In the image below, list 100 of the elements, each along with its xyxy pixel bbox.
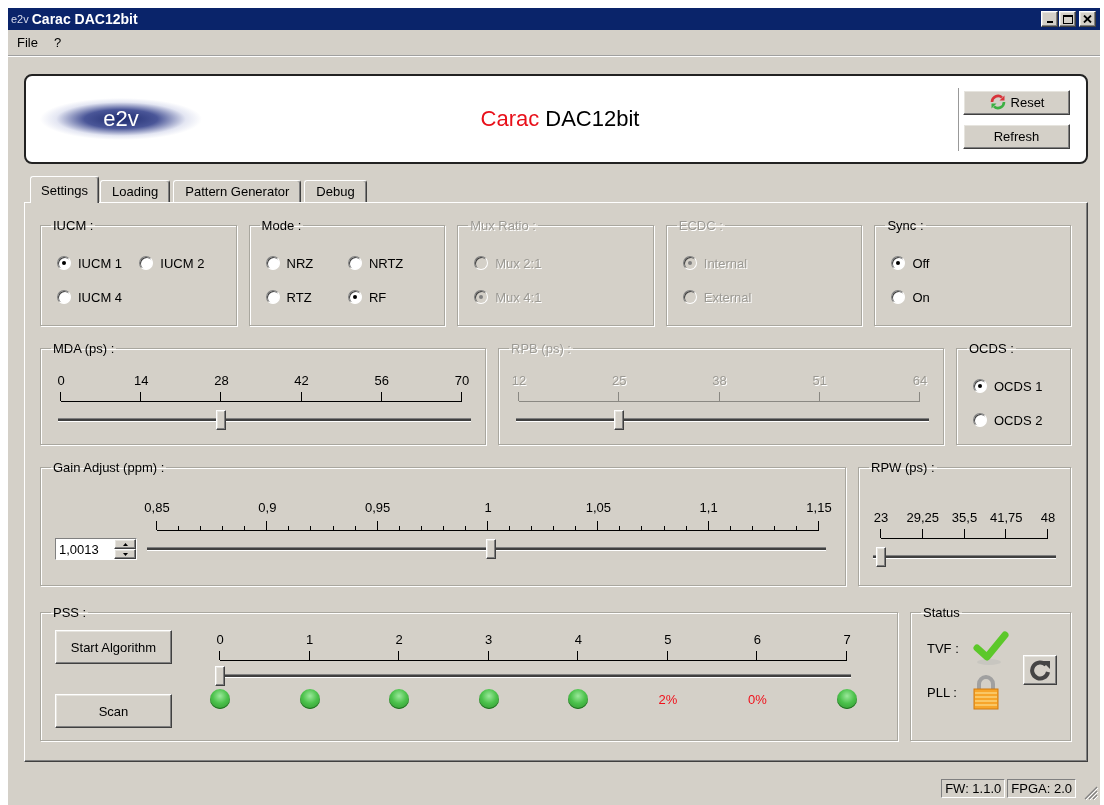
slider-thumb[interactable] xyxy=(485,539,496,559)
tick-label: 64 xyxy=(912,373,928,388)
group-title: IUCM : xyxy=(52,218,95,233)
close-button[interactable] xyxy=(1079,11,1096,27)
radio-option[interactable]: On xyxy=(891,288,1056,306)
action-button[interactable]: Start Algorithm xyxy=(55,630,172,664)
radio-option[interactable]: Off xyxy=(891,254,1056,272)
status-led xyxy=(210,689,230,709)
radio-indicator[interactable] xyxy=(973,379,987,393)
status-led xyxy=(389,689,410,709)
radio-indicator[interactable] xyxy=(973,413,987,427)
up-arrow-icon xyxy=(122,542,128,546)
scan-percent: 0% xyxy=(748,691,767,707)
tick-label: 25 xyxy=(612,373,627,388)
minimize-button[interactable] xyxy=(1041,11,1058,27)
slider-thumb[interactable] xyxy=(876,547,886,567)
status-led xyxy=(568,689,589,709)
tab[interactable]: Pattern Generator xyxy=(173,180,302,202)
status-label: PLL : xyxy=(927,684,958,700)
tick-label: 1 xyxy=(484,500,492,515)
close-icon xyxy=(1083,15,1092,23)
radio-indicator[interactable] xyxy=(57,256,71,270)
tick-label: 2 xyxy=(395,632,403,647)
group-title: ECDC : xyxy=(677,218,724,233)
refresh-button[interactable]: Refresh xyxy=(963,123,1070,149)
radio-option[interactable]: IUCM 4 xyxy=(57,288,140,306)
tick-label: 3 xyxy=(485,632,493,647)
status-led xyxy=(299,689,320,709)
tick-label: 42 xyxy=(294,373,309,388)
refresh-button[interactable] xyxy=(1022,655,1057,685)
radio-option[interactable]: OCDS 2 xyxy=(973,411,1056,429)
menu-item[interactable]: ? xyxy=(45,35,70,50)
status-led xyxy=(837,689,857,709)
app-logo: e2v xyxy=(11,13,29,25)
tick-label: 1 xyxy=(305,632,314,647)
radio-indicator[interactable] xyxy=(891,290,906,304)
tick-label: 0,95 xyxy=(365,500,391,515)
tick-label: 5 xyxy=(664,632,672,647)
status-field: FPGA: 2.0 xyxy=(1007,778,1076,798)
radio-option[interactable]: IUCM 2 xyxy=(139,254,222,272)
padlock-icon xyxy=(972,674,999,710)
tick-label: 7 xyxy=(843,632,851,647)
circular-arrow-icon xyxy=(1028,659,1051,681)
group-title: RPB (ps) : xyxy=(510,341,572,356)
tick-label: 29,25 xyxy=(906,510,939,525)
spin-up-button[interactable] xyxy=(114,539,136,549)
group-title: Gain Adjust (ppm) : xyxy=(52,460,166,475)
group-title: PSS : xyxy=(52,605,88,620)
tick-label: 56 xyxy=(374,373,390,388)
maximize-button[interactable] xyxy=(1059,11,1076,27)
slider-track[interactable] xyxy=(55,409,471,431)
group-title: Sync : xyxy=(886,218,925,233)
action-button[interactable]: Scan xyxy=(55,694,172,728)
radio-option[interactable]: NRZ xyxy=(265,254,348,272)
radio-indicator[interactable] xyxy=(57,290,71,304)
status-led xyxy=(478,689,499,709)
radio-option[interactable]: RTZ xyxy=(265,288,348,306)
radio-option[interactable]: NRTZ xyxy=(347,254,431,272)
slider-thumb[interactable] xyxy=(215,666,225,686)
radio-option[interactable]: IUCM 1 xyxy=(57,254,140,272)
reset-button[interactable]: Reset xyxy=(963,89,1070,115)
tab[interactable]: Debug xyxy=(304,180,367,202)
status-label: TVF : xyxy=(927,640,959,656)
group-title: OCDS : xyxy=(968,341,1015,356)
radio-indicator[interactable] xyxy=(139,256,154,270)
spin-box[interactable]: 1,0013 xyxy=(55,538,137,560)
tick-label: 4 xyxy=(574,632,582,647)
group-title: Mux Ratio : xyxy=(469,218,537,233)
tick-label: 0 xyxy=(216,632,224,647)
window-title: Carac DAC12bit xyxy=(31,11,138,27)
tick-label: 23 xyxy=(873,510,889,525)
circular-arrows-icon xyxy=(988,94,1007,110)
tick-label: 14 xyxy=(133,373,149,388)
slider-thumb[interactable] xyxy=(216,410,227,430)
down-arrow-icon xyxy=(122,552,128,556)
radio-option[interactable]: RF xyxy=(347,288,431,306)
group-title: MDA (ps) : xyxy=(52,341,116,356)
tick-label: 28 xyxy=(214,373,229,388)
radio-indicator[interactable] xyxy=(265,290,280,304)
tick-label: 51 xyxy=(812,373,827,388)
slider-track[interactable] xyxy=(873,546,1056,568)
radio-indicator[interactable] xyxy=(891,256,906,270)
tab[interactable]: Settings xyxy=(30,176,99,203)
tick-label: 6 xyxy=(753,632,762,647)
tick-label: 12 xyxy=(511,373,527,388)
tick-label: 0,9 xyxy=(258,500,277,515)
radio-indicator[interactable] xyxy=(265,256,280,270)
radio-indicator[interactable] xyxy=(347,256,362,270)
tick-label: 0 xyxy=(57,373,65,388)
tick-label: 1,1 xyxy=(699,500,718,515)
radio-option[interactable]: OCDS 1 xyxy=(973,377,1056,395)
tick-label: 70 xyxy=(454,373,470,388)
spin-down-button[interactable] xyxy=(114,549,136,559)
radio-indicator[interactable] xyxy=(347,290,362,304)
tab[interactable]: Loading xyxy=(100,180,171,202)
tick-label: 35,5 xyxy=(951,510,978,525)
logo: e2v xyxy=(40,98,202,140)
group-title: RPW (ps) : xyxy=(870,460,936,475)
maximize-icon xyxy=(1062,14,1073,24)
menu-item[interactable]: File xyxy=(9,35,46,50)
